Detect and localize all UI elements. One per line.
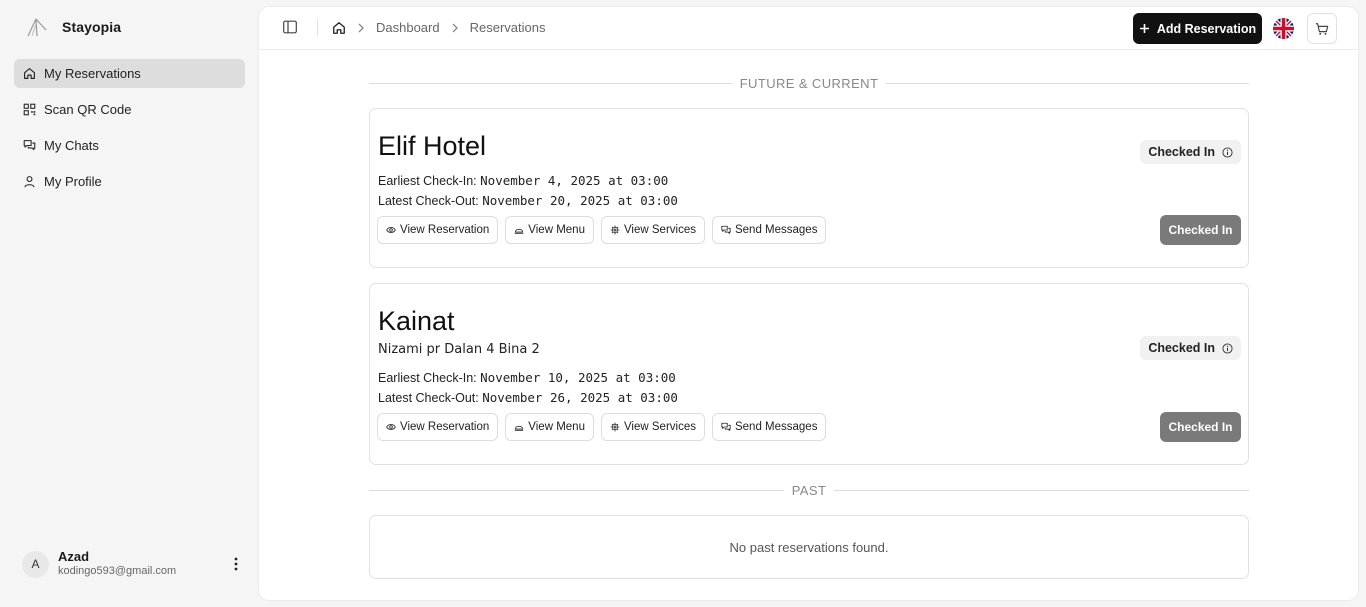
top-bar: Dashboard Reservations Add Reservation	[259, 7, 1358, 50]
chats-icon	[721, 422, 731, 432]
view-menu-button[interactable]: View Menu	[505, 413, 594, 441]
uk-flag-icon[interactable]	[1273, 18, 1294, 39]
user-info: Azad kodingo593@gmail.com	[58, 549, 177, 578]
brand[interactable]: Stayopia	[26, 16, 121, 38]
cloche-icon	[515, 228, 524, 234]
avatar: A	[22, 550, 49, 578]
logo-icon	[27, 18, 47, 37]
status-label: Checked In	[1148, 341, 1215, 355]
user-menu[interactable]: A Azad kodingo593@gmail.com	[22, 548, 244, 580]
sidebar-item-label: My Chats	[44, 138, 99, 153]
view-menu-label: View Menu	[528, 421, 585, 433]
sidebar-item-my-reservations[interactable]: My Reservations	[14, 59, 245, 88]
sidebar-toggle-icon[interactable]	[283, 20, 297, 34]
section-title: PAST	[791, 482, 827, 498]
reservation-title: Kainat	[378, 306, 455, 336]
sidebar-nav: My Reservations Scan QR Code My Chats My…	[14, 59, 245, 203]
chats-icon	[721, 225, 731, 235]
reservation-actions: View Reservation View Menu View Services…	[377, 413, 827, 441]
sidebar-item-my-chats[interactable]: My Chats	[14, 131, 245, 160]
breadcrumb-reservations: Reservations	[469, 20, 546, 35]
add-reservation-button[interactable]: Add Reservation	[1133, 13, 1262, 44]
view-reservation-label: View Reservation	[400, 224, 490, 236]
chevron-right-icon	[358, 23, 364, 32]
checkout-value: November 26, 2025 at 03:00	[482, 390, 678, 405]
gear-icon	[610, 225, 620, 235]
status-label: Checked In	[1148, 145, 1215, 159]
send-messages-button[interactable]: Send Messages	[711, 216, 827, 244]
past-empty-state: No past reservations found.	[369, 515, 1249, 579]
reservation-address: Nizami pr Dalan 4 Bina 2	[378, 342, 540, 357]
sidebar: Stayopia My Reservations Scan QR Code My…	[0, 0, 258, 607]
view-reservation-label: View Reservation	[400, 421, 490, 433]
user-icon	[24, 176, 35, 188]
checkin-value: November 4, 2025 at 03:00	[480, 173, 669, 188]
divider	[317, 19, 318, 36]
send-messages-button[interactable]: Send Messages	[711, 413, 827, 441]
view-services-button[interactable]: View Services	[600, 413, 705, 441]
checked-in-button[interactable]: Checked In	[1160, 215, 1241, 245]
gear-icon	[610, 422, 620, 432]
reservation-dates: Earliest Check-In: November 4, 2025 at 0…	[378, 171, 678, 211]
sidebar-item-scan-qr[interactable]: Scan QR Code	[14, 95, 245, 124]
qr-icon	[23, 103, 36, 116]
info-icon	[1222, 342, 1233, 354]
section-past: PAST	[369, 482, 1249, 498]
sidebar-item-label: My Profile	[44, 174, 102, 189]
view-services-button[interactable]: View Services	[600, 216, 705, 244]
checkout-label: Latest Check-Out:	[378, 194, 479, 208]
status-badge[interactable]: Checked In	[1140, 140, 1241, 164]
cart-icon	[1315, 22, 1329, 35]
checkout-value: November 20, 2025 at 03:00	[482, 193, 678, 208]
add-reservation-label: Add Reservation	[1156, 21, 1257, 36]
cart-button[interactable]	[1307, 13, 1337, 44]
view-reservation-button[interactable]: View Reservation	[377, 216, 499, 244]
app-name: Stayopia	[62, 19, 122, 35]
info-icon	[1222, 146, 1233, 158]
sidebar-item-my-profile[interactable]: My Profile	[14, 167, 245, 196]
view-services-label: View Services	[623, 421, 696, 433]
sidebar-item-label: Scan QR Code	[44, 102, 132, 117]
status-badge[interactable]: Checked In	[1140, 336, 1241, 360]
chevron-right-icon	[452, 23, 458, 32]
checkin-value: November 10, 2025 at 03:00	[480, 370, 676, 385]
eye-icon	[386, 424, 396, 430]
breadcrumb: Dashboard Reservations	[332, 20, 545, 35]
sidebar-item-label: My Reservations	[44, 66, 141, 81]
section-title: FUTURE & CURRENT	[739, 75, 879, 91]
reservation-card: Elif Hotel Checked In Earliest Check-In:…	[369, 108, 1249, 268]
reservation-card: Kainat Nizami pr Dalan 4 Bina 2 Checked …	[369, 283, 1249, 465]
view-menu-label: View Menu	[528, 224, 585, 236]
checkin-label: Earliest Check-In:	[378, 371, 477, 385]
send-messages-label: Send Messages	[734, 224, 818, 236]
plus-icon	[1139, 24, 1149, 33]
send-messages-label: Send Messages	[734, 421, 818, 433]
view-menu-button[interactable]: View Menu	[505, 216, 594, 244]
section-future-current: FUTURE & CURRENT	[369, 75, 1250, 91]
home-icon	[24, 68, 35, 79]
user-email: kodingo593@gmail.com	[58, 565, 177, 578]
eye-icon	[386, 227, 396, 233]
view-services-label: View Services	[623, 224, 696, 236]
reservation-actions: View Reservation View Menu View Services…	[377, 216, 827, 244]
view-reservation-button[interactable]: View Reservation	[377, 413, 499, 441]
user-name: Azad	[58, 549, 90, 565]
checkin-label: Earliest Check-In:	[378, 174, 477, 188]
main-panel: Dashboard Reservations Add Reservation F…	[259, 7, 1358, 600]
checked-in-button[interactable]: Checked In	[1160, 412, 1241, 442]
cloche-icon	[515, 425, 524, 431]
breadcrumb-dashboard[interactable]: Dashboard	[376, 20, 440, 35]
more-options-icon[interactable]	[228, 554, 244, 574]
checkout-label: Latest Check-Out:	[378, 391, 479, 405]
home-icon[interactable]	[332, 21, 346, 35]
chats-icon	[23, 140, 36, 151]
reservation-title: Elif Hotel	[378, 131, 487, 161]
reservation-dates: Earliest Check-In: November 10, 2025 at …	[378, 368, 678, 408]
